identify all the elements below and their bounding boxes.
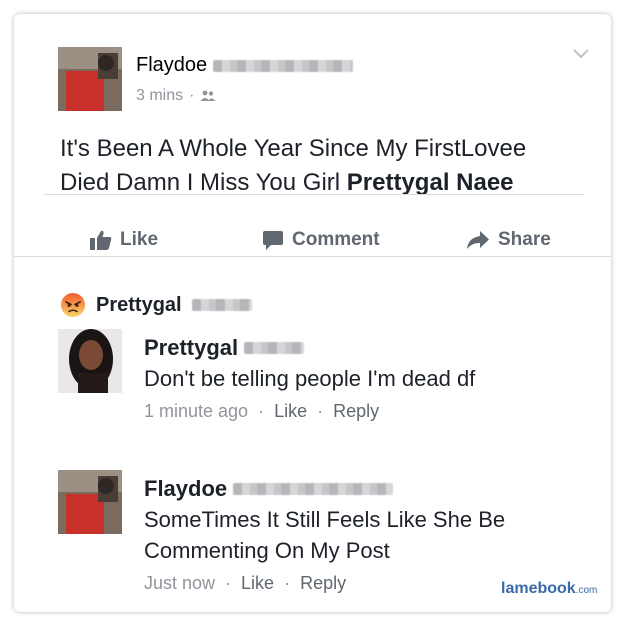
share-button[interactable]: Share: [466, 222, 551, 258]
comment-text: Don't be telling people I'm dead df: [144, 366, 476, 391]
chevron-down-icon[interactable]: [572, 48, 590, 60]
commenter-name[interactable]: Flaydoe: [144, 474, 227, 504]
post-text: It's Been A Whole Year Since My FirstLov…: [60, 132, 580, 200]
post-actions: Like Comment Share: [44, 222, 604, 258]
friends-icon[interactable]: [200, 90, 216, 102]
redacted-surname: [244, 342, 305, 354]
author-avatar[interactable]: [58, 47, 122, 111]
post-meta: 3 mins ·: [136, 87, 216, 105]
comment-text: SomeTimes It Still Feels Like She Be Com…: [144, 507, 506, 563]
meta-separator: ·: [189, 87, 195, 104]
comment-like-link[interactable]: Like: [241, 573, 274, 594]
comment-button[interactable]: Comment: [262, 222, 380, 258]
commenter-name-row: Prettygal: [144, 333, 584, 363]
post-card: Flaydoe 3 mins · It's Been A Whole Year …: [14, 14, 611, 612]
reactor-name[interactable]: Prettygal: [96, 294, 182, 317]
commenter-avatar[interactable]: [58, 329, 122, 393]
watermark-text: lamebook: [501, 580, 576, 597]
meta-separator: ·: [225, 573, 232, 593]
comment-body: Prettygal Don't be telling people I'm de…: [144, 333, 584, 422]
commenter-avatar[interactable]: [58, 470, 122, 534]
comment-timestamp[interactable]: Just now: [144, 573, 215, 594]
angry-face-icon: [61, 293, 85, 317]
meta-separator: ·: [317, 401, 324, 421]
watermark-suffix: .com: [575, 585, 598, 596]
tagged-user-link[interactable]: Prettygal Naee: [347, 169, 514, 196]
redacted-surname: [212, 59, 353, 72]
share-label: Share: [498, 229, 551, 250]
comment-reply-link[interactable]: Reply: [300, 573, 346, 594]
comment-timestamp[interactable]: 1 minute ago: [144, 401, 248, 422]
comment-body: Flaydoe SomeTimes It Still Feels Like Sh…: [144, 474, 584, 594]
post-author[interactable]: Flaydoe: [136, 54, 353, 77]
meta-separator: ·: [284, 573, 291, 593]
reaction-row[interactable]: Prettygal: [60, 292, 252, 318]
like-button[interactable]: Like: [90, 222, 158, 258]
meta-separator: ·: [258, 401, 265, 421]
share-arrow-icon: [467, 231, 489, 249]
author-name[interactable]: Flaydoe: [136, 54, 207, 76]
post-timestamp[interactable]: 3 mins: [136, 87, 183, 105]
redacted-surname: [233, 483, 394, 495]
comment-icon: [263, 230, 283, 250]
like-label: Like: [120, 229, 159, 250]
divider: [44, 194, 584, 195]
divider: [14, 256, 611, 257]
comment-like-link[interactable]: Like: [274, 401, 307, 422]
comment-meta: 1 minute ago · Like · Reply: [144, 401, 584, 422]
commenter-name-row: Flaydoe: [144, 474, 584, 504]
comment-reply-link[interactable]: Reply: [333, 401, 379, 422]
commenter-name[interactable]: Prettygal: [144, 333, 238, 363]
comment-label: Comment: [292, 229, 380, 250]
redacted-surname: [191, 299, 252, 311]
watermark: lamebook.com: [501, 580, 597, 598]
thumbs-up-icon: [90, 230, 112, 250]
